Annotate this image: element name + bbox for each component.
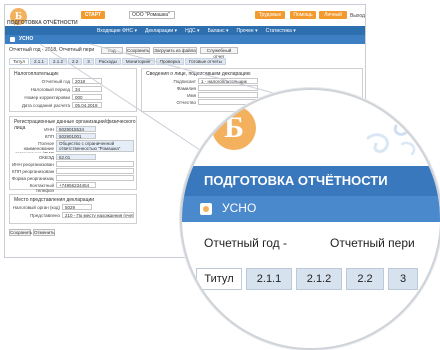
swirl-decoration-icon <box>366 111 416 156</box>
first-name-input[interactable] <box>198 92 258 98</box>
signer-title: Сведения о лице, подписавшем декларацию <box>146 71 251 77</box>
year-button[interactable]: Год <box>101 47 123 54</box>
tab-check[interactable]: Проверка <box>155 58 184 65</box>
account-button[interactable]: Личный кабинет <box>319 11 347 26</box>
kpp-input[interactable]: 502901001 <box>56 133 96 139</box>
taxpayer-title: Налогоплательщик <box>14 71 59 77</box>
menu-item-nds[interactable]: НДС ▾ <box>185 28 200 34</box>
tab-2-2[interactable]: 2.2 <box>67 58 83 65</box>
menu-item-balance[interactable]: Баланс ▾ <box>208 28 229 34</box>
field-label: Подписант <box>173 79 196 84</box>
zoom-tab-2-1-2[interactable]: 2.1.2 <box>296 268 342 290</box>
field-label: Имя <box>187 93 196 98</box>
field-label: Номер корректировки <box>24 95 70 100</box>
service-report-button[interactable]: Служебный отчет <box>200 47 238 59</box>
zoom-tab-2-1-1[interactable]: 2.1.1 <box>246 268 292 290</box>
tab-3[interactable]: 3 <box>83 58 94 65</box>
zoom-report-type-bar: УСНО <box>182 196 440 222</box>
top-bar: Б ПОДГОТОВКА ОТЧЁТНОСТИ СТАРТ ООО "Ромаш… <box>5 5 365 28</box>
field-label: Отчетный год <box>41 79 70 84</box>
field-label: КПП реорганизованной орг <box>12 169 54 174</box>
full-name-input[interactable]: Общество с ограниченной ответственностью… <box>56 140 134 152</box>
zoom-tab-3[interactable]: 3 <box>388 268 418 290</box>
tab-2-1-1[interactable]: 2.1.1 <box>29 58 48 65</box>
menu-item-declarations[interactable]: Декларации ▾ <box>145 28 177 34</box>
place-title: Место представления декларации <box>14 197 95 203</box>
logo-icon: Б <box>212 106 256 150</box>
help-button[interactable]: Помощь <box>290 11 316 19</box>
report-type-bar: УСНО <box>5 35 365 44</box>
save-top-button[interactable]: Сохранить <box>126 47 150 54</box>
start-button[interactable]: СТАРТ <box>81 11 105 19</box>
place-panel: Место представления декларации Налоговый… <box>9 194 137 224</box>
zoom-report-type-label: УСНО <box>222 201 257 215</box>
reorg-form-select[interactable] <box>56 175 134 181</box>
field-label: Фамилия <box>176 86 196 91</box>
field-label: Форма реорганизации <box>12 176 54 181</box>
tag-icon <box>10 37 15 42</box>
field-label: Дата создания расчета <box>21 103 70 108</box>
tab-2-1-2[interactable]: 2.1.2 <box>48 58 67 65</box>
report-year-input[interactable]: 2018 <box>72 78 102 84</box>
okved-input[interactable]: 62.01 <box>56 154 96 160</box>
field-label: КПП <box>44 134 54 139</box>
main-menu: Входящие ФНС ▾ Декларации ▾ НДС ▾ Баланс… <box>5 26 365 35</box>
menu-item-fns[interactable]: Входящие ФНС ▾ <box>97 28 137 34</box>
report-type-label: УСНО <box>19 36 34 42</box>
period-text: Отчетный год - 2018, Отчетный пери <box>9 47 95 53</box>
tax-period-input[interactable]: 34 <box>72 86 102 92</box>
magnifier-zoom: Б ПОДГОТОВКА ОТЧЁТНОСТИ УСНО Отчетный го… <box>180 88 440 350</box>
labor-button[interactable]: Трудовые Ведом <box>255 11 285 26</box>
created-date-input[interactable]: 05.04.2019 <box>72 102 102 108</box>
tab-title[interactable]: Титул <box>9 58 29 65</box>
place-select[interactable]: 210 - По месту нахождения (учета) <box>62 212 134 218</box>
field-label: ИНН <box>44 127 54 132</box>
menu-item-stats[interactable]: Статистика ▾ <box>266 28 296 34</box>
taxpayer-panel: Налогоплательщик Отчетный год 2018 Налог… <box>9 68 137 112</box>
field-label: Отчество <box>176 100 196 105</box>
form-tabs: Титул 2.1.1 2.1.2 2.2 3 Расходы Монитори… <box>9 58 226 65</box>
field-label: Налоговый период <box>30 87 70 92</box>
zoom-tab-2-2[interactable]: 2.2 <box>346 268 384 290</box>
field-label: ОКВЭД <box>38 155 54 160</box>
zoom-period-right: Отчетный пери <box>330 236 415 250</box>
zoom-title-bar: ПОДГОТОВКА ОТЧЁТНОСТИ <box>182 166 440 196</box>
organization-panel: Регистрационные данные организации/физич… <box>9 116 137 193</box>
load-file-button[interactable]: Загрузить из файла <box>153 47 197 54</box>
reorg-kpp-input[interactable] <box>56 168 134 174</box>
inn-input[interactable]: 5029015534 <box>56 126 96 132</box>
correction-number-input[interactable]: 000 <box>72 94 102 100</box>
tab-expenses[interactable]: Расходы <box>94 58 121 65</box>
zoom-tab-title[interactable]: Титул <box>196 268 242 290</box>
save-button[interactable]: Сохранить <box>9 229 32 236</box>
field-label: Контактный телефон <box>29 183 54 193</box>
last-name-input[interactable] <box>198 85 258 91</box>
reorg-inn-input[interactable] <box>56 161 134 167</box>
tax-office-input[interactable]: 5029 <box>62 204 92 210</box>
exit-link[interactable]: Выход <box>350 13 365 19</box>
tab-ready-reports[interactable]: Готовые отчеты <box>184 58 226 65</box>
field-label: Представлено <box>30 213 60 218</box>
zoom-period-left: Отчетный год - <box>204 236 287 250</box>
zoom-title: ПОДГОТОВКА ОТЧЁТНОСТИ <box>204 173 388 188</box>
signer-select[interactable]: 1 - налогоплательщик <box>198 78 258 84</box>
organization-select[interactable]: ООО "Ромашка" <box>129 11 175 19</box>
cancel-button[interactable]: Отменить <box>33 229 55 236</box>
tab-monitoring[interactable]: Мониторинг <box>121 58 155 65</box>
field-label: Полное наименование организации (ФИО ФЛ) <box>15 141 54 153</box>
zoom-form-tabs: Титул 2.1.1 2.1.2 2.2 3 <box>196 268 418 290</box>
field-label: Налоговый орган (код) <box>12 205 60 210</box>
field-label: ИНН реорганизованной орг <box>12 162 54 167</box>
menu-item-other[interactable]: Прочее ▾ <box>237 28 258 34</box>
phone-input[interactable]: +74956234454 <box>56 182 96 188</box>
tag-icon <box>200 203 212 215</box>
